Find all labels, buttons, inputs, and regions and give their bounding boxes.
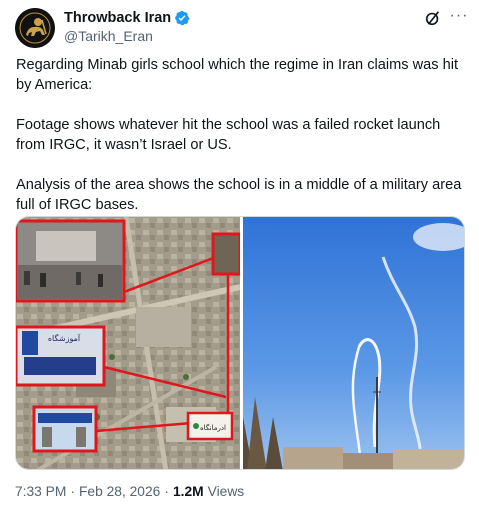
- views-label: Views: [207, 484, 245, 499]
- post-paragraph: Footage shows whatever hit the school wa…: [16, 117, 441, 153]
- separator-dot: ·: [70, 484, 75, 499]
- author-handle[interactable]: @Tarikh_Eran: [64, 28, 153, 44]
- sign-text: آموزشگاه: [48, 333, 81, 343]
- verified-badge-icon: [175, 10, 190, 26]
- post-paragraph: Regarding Minab girls school which the r…: [16, 57, 459, 93]
- post-paragraph: Analysis of the area shows the school is…: [16, 177, 462, 213]
- more-icon[interactable]: ···: [449, 8, 469, 28]
- media-image-satellite-map[interactable]: آموزشگاه ادرمانگاه: [16, 217, 240, 469]
- separator-dot: ·: [164, 484, 169, 499]
- author-display-name[interactable]: Throwback Iran: [64, 10, 171, 26]
- grok-icon[interactable]: [424, 9, 442, 27]
- views-count: 1.2M: [172, 484, 204, 499]
- satellite-map-image: آموزشگاه ادرمانگاه: [16, 217, 240, 469]
- post-metadata: 7:33 PM · Feb 28, 2026 · 1.2M Views: [15, 484, 244, 499]
- lion-sun-emblem: [15, 8, 55, 48]
- media-image-rocket-trail[interactable]: [243, 217, 464, 469]
- post-text: Regarding Minab girls school which the r…: [16, 55, 466, 215]
- author-name-row: Throwback Iran: [64, 9, 190, 27]
- media-grid: آموزشگاه ادرمانگاه: [15, 216, 465, 470]
- rocket-trail-image: [243, 217, 464, 469]
- post-card: Throwback Iran @Tarikh_Eran ··· Regardin…: [0, 0, 479, 515]
- post-time[interactable]: 7:33 PM: [15, 484, 66, 499]
- avatar[interactable]: [15, 8, 55, 48]
- map-label: ادرمانگاه: [200, 423, 226, 432]
- post-date[interactable]: Feb 28, 2026: [79, 484, 160, 499]
